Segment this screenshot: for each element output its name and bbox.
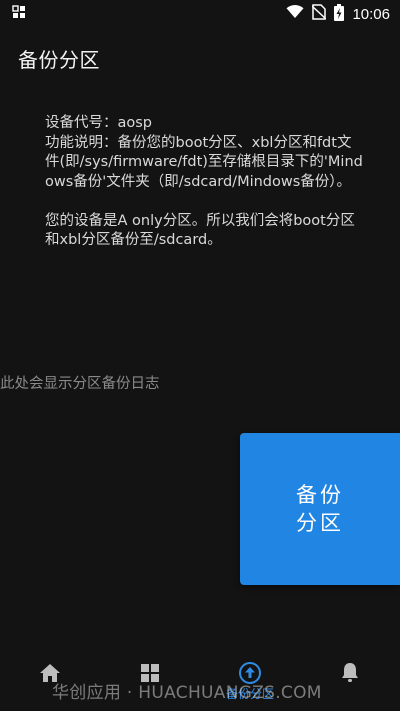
page-title: 备份分区 bbox=[18, 48, 100, 72]
battery-charging-icon bbox=[334, 3, 345, 25]
backup-button-label: 备份分区 bbox=[296, 483, 344, 535]
watermark: 华创应用 · HUACHUANGZS.COM bbox=[52, 683, 322, 703]
screen: 10:06 备份分区 设备代号：aosp 功能说明：备份您的boot分区、xbl… bbox=[0, 0, 400, 711]
backup-partition-button[interactable]: 备份分区 bbox=[240, 433, 400, 585]
no-sim-icon bbox=[311, 4, 327, 24]
wifi-icon bbox=[286, 5, 304, 23]
function-description: 设备代号：aosp 功能说明：备份您的boot分区、xbl分区和fdt文件(即/… bbox=[45, 115, 363, 248]
status-bar: 10:06 bbox=[0, 0, 400, 28]
log-placeholder: 此处会显示分区备份日志 bbox=[0, 376, 160, 392]
notification-grid-icon bbox=[12, 5, 26, 23]
status-time: 10:06 bbox=[352, 5, 390, 23]
